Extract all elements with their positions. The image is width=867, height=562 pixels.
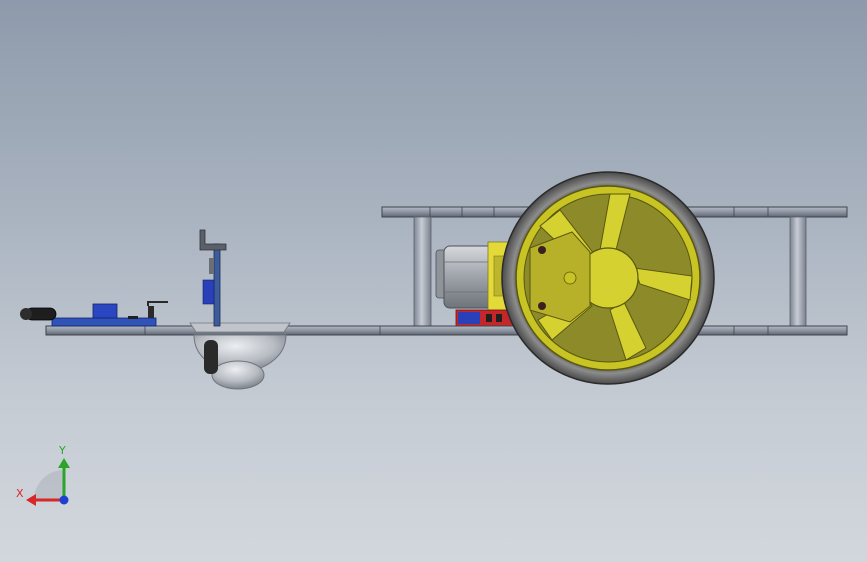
- y-axis-label: Y: [58, 444, 66, 457]
- standoff-rear[interactable]: [413, 216, 432, 327]
- lower-chassis-plate[interactable]: [45, 325, 848, 336]
- standoff-front[interactable]: [789, 216, 807, 327]
- cad-viewport[interactable]: Y X: [0, 0, 867, 562]
- drive-wheel[interactable]: [501, 171, 715, 385]
- z-axis-dot: [59, 495, 69, 505]
- gear-motor[interactable]: [435, 241, 509, 313]
- x-axis-arrowhead: [26, 494, 36, 506]
- triad-plane-shading: [34, 470, 64, 500]
- sensor-mount-bracket[interactable]: [199, 229, 227, 327]
- ir-emitter[interactable]: [20, 307, 57, 321]
- front-sensor-board[interactable]: [51, 301, 168, 327]
- axis-triad: Y X: [16, 444, 70, 506]
- x-axis-label: X: [16, 487, 24, 500]
- y-axis-arrowhead: [58, 458, 70, 468]
